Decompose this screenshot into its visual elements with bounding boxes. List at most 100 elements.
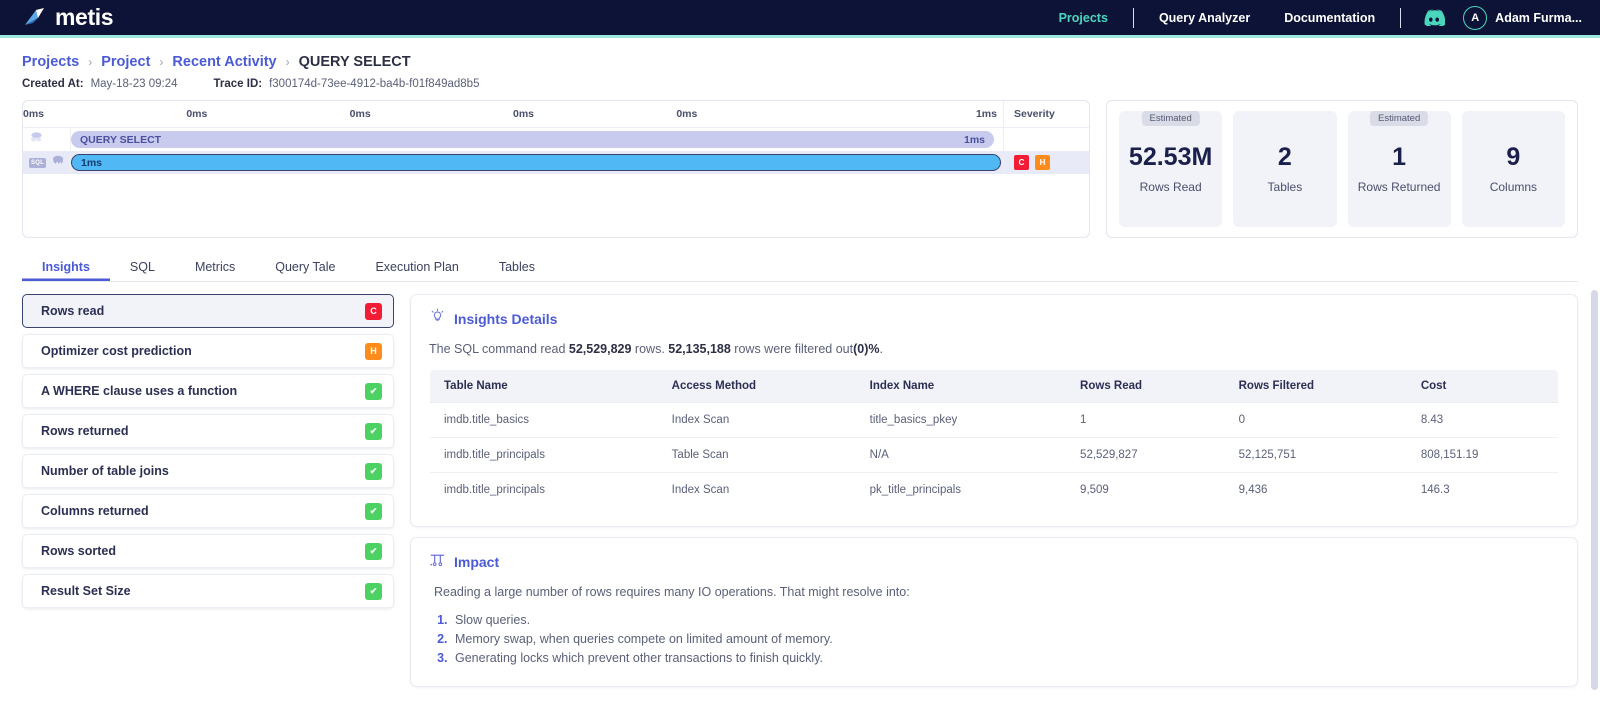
- insight-item-result-set-size[interactable]: Result Set Size ✔: [22, 574, 394, 608]
- discord-icon[interactable]: [1423, 9, 1446, 26]
- breadcrumb-separator: ›: [159, 55, 164, 69]
- insights-details-table: Table Name Access Method Index Name Rows…: [429, 369, 1559, 508]
- impact-list: Slow queries. Memory swap, when queries …: [451, 613, 1559, 665]
- trace-bar-query-select[interactable]: QUERY SELECT 1ms: [71, 131, 994, 148]
- impact-card: Impact Reading a large number of rows re…: [410, 537, 1578, 687]
- table-row: imdb.title_principals Table Scan N/A 52,…: [430, 437, 1558, 473]
- insight-item-columns-returned[interactable]: Columns returned ✔: [22, 494, 394, 528]
- impact-list-item: Generating locks which prevent other tra…: [451, 651, 1559, 665]
- insight-badge-ok: ✔: [365, 542, 382, 560]
- bar-chart-icon: [429, 551, 446, 573]
- metis-logo[interactable]: metis: [22, 4, 113, 31]
- table-header-row: Table Name Access Method Index Name Rows…: [430, 370, 1558, 403]
- trace-bar-area: QUERY SELECT 1ms: [71, 128, 1003, 151]
- stat-estimated-badge: Estimated: [1370, 111, 1429, 126]
- trace-meta: Created At: May-18-23 09:24 Trace ID: f3…: [0, 70, 1600, 90]
- timeline-tick: 0ms: [186, 101, 349, 127]
- table-row: imdb.title_basics Index Scan title_basic…: [430, 402, 1558, 438]
- cell-rows-filtered: 9,436: [1238, 484, 1268, 496]
- cell-access-method: Index Scan: [657, 402, 856, 438]
- trace-row-icons: [23, 128, 71, 151]
- cell-table-name: imdb.title_principals: [444, 484, 545, 496]
- stat-label: Rows Read: [1139, 179, 1202, 194]
- cell-rows-read: 52,529,827: [1066, 437, 1225, 473]
- trace-bar-label: 1ms: [81, 156, 103, 169]
- impact-list-item: Memory swap, when queries compete on lim…: [451, 632, 1559, 646]
- lightbulb-icon: [429, 308, 446, 330]
- tab-metrics[interactable]: Metrics: [175, 260, 255, 281]
- table-body: imdb.title_basics Index Scan title_basic…: [430, 402, 1558, 508]
- cell-cost: 808,151.19: [1406, 437, 1558, 473]
- nav-link-query-analyzer[interactable]: Query Analyzer: [1142, 11, 1267, 25]
- summary-panels: 0ms 0ms 0ms 0ms 0ms 1ms Severity QUERY S…: [0, 90, 1600, 238]
- trace-id-label: Trace ID:: [213, 78, 263, 90]
- cell-index-name: N/A: [855, 437, 1067, 473]
- insight-item-optimizer-cost-prediction[interactable]: Optimizer cost prediction H: [22, 334, 394, 368]
- insight-label: A WHERE clause uses a function: [41, 384, 238, 398]
- avatar[interactable]: A: [1463, 5, 1488, 30]
- insight-badge-ok: ✔: [365, 422, 382, 440]
- desc-rows-filtered: 52,135,188: [668, 342, 731, 356]
- insight-badge-ok: ✔: [365, 582, 382, 600]
- timeline-tick-label: 0ms: [186, 108, 208, 120]
- created-at-label: Created At:: [22, 78, 84, 90]
- timeline-tick: 0ms: [350, 101, 513, 127]
- insight-badge-high: H: [365, 342, 382, 360]
- tab-insights[interactable]: Insights: [22, 260, 110, 281]
- tab-query-tale[interactable]: Query Tale: [255, 260, 355, 281]
- table-row: imdb.title_principals Index Scan pk_titl…: [430, 473, 1558, 508]
- timeline-tick-label: 0ms: [512, 108, 534, 120]
- stat-label: Columns: [1489, 179, 1538, 194]
- insight-badge-critical: C: [365, 302, 382, 320]
- impact-title: Impact: [454, 554, 500, 570]
- breadcrumb: Projects › Project › Recent Activity › Q…: [0, 38, 1600, 70]
- severity-cell: C H: [1003, 151, 1089, 174]
- stat-value: 9: [1506, 142, 1521, 171]
- metis-logo-icon: [22, 6, 48, 30]
- nav-link-projects[interactable]: Projects: [1042, 11, 1125, 25]
- breadcrumb-item-recent-activity[interactable]: Recent Activity: [172, 54, 276, 70]
- insight-badge-ok: ✔: [365, 382, 382, 400]
- timeline-tick-label: 0ms: [676, 108, 698, 120]
- trace-bar-sql-statement[interactable]: 1ms: [71, 154, 1001, 171]
- breadcrumb-item-project[interactable]: Project: [101, 54, 150, 70]
- insight-badge-ok: ✔: [365, 462, 382, 480]
- cell-rows-read: 9,509: [1080, 484, 1109, 496]
- breadcrumb-item-projects[interactable]: Projects: [22, 54, 79, 70]
- tab-bar: Insights SQL Metrics Query Tale Executio…: [22, 252, 1578, 282]
- insight-item-rows-returned[interactable]: Rows returned ✔: [22, 414, 394, 448]
- trace-row[interactable]: QUERY SELECT 1ms: [23, 128, 1089, 151]
- desc-part-2: rows.: [631, 342, 669, 356]
- stat-label: Tables: [1267, 179, 1303, 194]
- insights-details-header: Insights Details: [411, 295, 1577, 330]
- nav-link-documentation[interactable]: Documentation: [1267, 11, 1392, 25]
- tab-tables[interactable]: Tables: [479, 260, 555, 281]
- severity-badge-critical[interactable]: C: [1014, 155, 1029, 170]
- trace-row[interactable]: SQL 1ms C H: [23, 151, 1089, 174]
- stats-card: Estimated 52.53M Rows Read 2 Tables Esti…: [1106, 100, 1578, 238]
- insight-item-rows-sorted[interactable]: Rows sorted ✔: [22, 534, 394, 568]
- desc-part-3: rows were filtered out: [730, 342, 854, 356]
- desc-rows-read: 52,529,829: [568, 342, 632, 356]
- severity-column-header: Severity: [1003, 101, 1089, 127]
- tab-sql[interactable]: SQL: [110, 260, 175, 281]
- severity-badge-high[interactable]: H: [1035, 155, 1050, 170]
- cell-table-name: imdb.title_principals: [430, 437, 658, 473]
- insight-item-rows-read[interactable]: Rows read C: [22, 294, 394, 328]
- vertical-scrollbar[interactable]: [1591, 290, 1598, 690]
- insight-item-number-of-table-joins[interactable]: Number of table joins ✔: [22, 454, 394, 488]
- stat-value: 1: [1392, 142, 1407, 171]
- metis-logo-text: metis: [55, 4, 114, 30]
- timeline-tick: 0ms: [513, 101, 676, 127]
- breadcrumb-separator: ›: [88, 55, 93, 69]
- impact-list-item: Slow queries.: [451, 613, 1559, 627]
- insights-panel: Rows read C Optimizer cost prediction H …: [0, 282, 1600, 712]
- insight-label: Columns returned: [41, 504, 149, 518]
- insight-label: Optimizer cost prediction: [41, 344, 192, 358]
- cell-cost: 146.3: [1420, 484, 1450, 496]
- cloud-database-icon: [29, 131, 44, 149]
- user-name[interactable]: Adam Furma...: [1495, 11, 1582, 25]
- insight-item-where-clause-function[interactable]: A WHERE clause uses a function ✔: [22, 374, 394, 408]
- tab-execution-plan[interactable]: Execution Plan: [355, 260, 478, 281]
- cell-index-name: title_basics_pkey: [855, 402, 1067, 438]
